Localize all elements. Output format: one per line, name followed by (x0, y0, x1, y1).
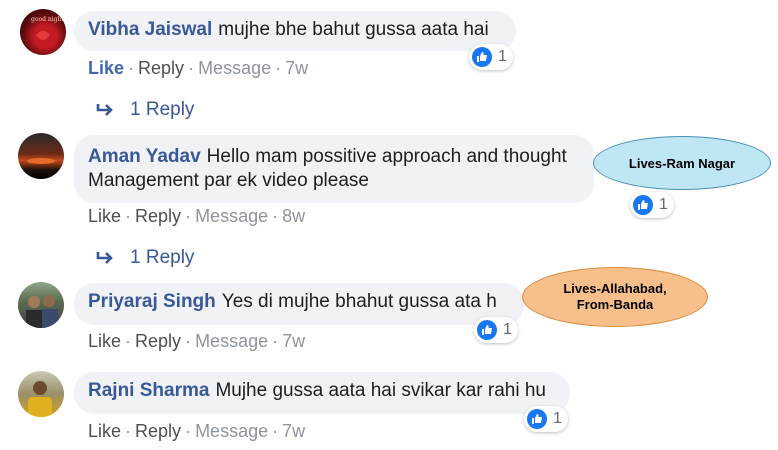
like-link[interactable]: Like (88, 331, 121, 351)
comment-actions: Like · Reply · Message · 8w (88, 206, 305, 227)
like-link[interactable]: Like (88, 58, 124, 78)
callout-text: Lives-Ram Nagar (628, 155, 736, 171)
like-reaction-icon (527, 409, 547, 429)
message-link[interactable]: Message (195, 206, 268, 226)
comment-author[interactable]: Vibha Jaiswal (88, 19, 212, 40)
avatar[interactable] (18, 133, 64, 179)
avatar[interactable] (18, 282, 64, 328)
comment-text: Hello mam possitive approach and thought (206, 146, 567, 167)
reaction-count[interactable]: 1 (524, 406, 568, 432)
reply-link[interactable]: Reply (135, 421, 181, 441)
separator: · (125, 331, 132, 351)
comment-author[interactable]: Priyaraj Singh (88, 291, 216, 312)
separator: · (188, 58, 195, 78)
like-reaction-icon (477, 320, 497, 340)
location-callout: Lives-Ram Nagar (593, 136, 771, 190)
reply-link[interactable]: Reply (135, 206, 181, 226)
view-replies[interactable]: 1 Reply (96, 99, 194, 121)
avatar-image-icon (28, 381, 52, 417)
timestamp[interactable]: 7w (282, 421, 305, 441)
svg-text:good night: good night (31, 16, 64, 23)
reaction-number: 1 (553, 410, 562, 427)
reaction-count[interactable]: 1 (474, 317, 518, 343)
avatar-image-icon (26, 295, 58, 328)
comment-text: Yes di mujhe bhahut gussa ata h (221, 291, 497, 312)
comment-bubble: Rajni Sharma Mujhe gussa aata hai svikar … (74, 372, 570, 414)
comment-author[interactable]: Aman Yadav (88, 146, 201, 167)
comment-bubble: Aman Yadav Hello mam possitive approach a… (74, 135, 594, 203)
reaction-count[interactable]: 1 (469, 44, 513, 70)
separator: · (272, 331, 279, 351)
reply-link[interactable]: Reply (138, 58, 184, 78)
comment-text-line2: Management par ek video please (88, 170, 369, 191)
separator: · (185, 331, 192, 351)
separator: · (185, 421, 192, 441)
comment-actions: Like · Reply · Message · 7w (88, 331, 305, 352)
reaction-number: 1 (659, 196, 668, 213)
avatar-image-icon (27, 158, 55, 164)
separator: · (125, 421, 132, 441)
timestamp[interactable]: 8w (282, 206, 305, 226)
message-link[interactable]: Message (195, 421, 268, 441)
reply-link[interactable]: Reply (135, 331, 181, 351)
comment-text: mujhe bhe bahut gussa aata hai (218, 19, 489, 40)
timestamp[interactable]: 7w (285, 58, 308, 78)
reaction-count[interactable]: 1 (630, 192, 674, 218)
separator: · (125, 206, 132, 226)
view-replies[interactable]: 1 Reply (96, 247, 194, 269)
separator: · (275, 58, 282, 78)
reaction-number: 1 (503, 321, 512, 338)
like-link[interactable]: Like (88, 206, 121, 226)
callout-line2: From-Banda (576, 297, 654, 312)
replies-label[interactable]: 1 Reply (130, 247, 194, 269)
separator: · (185, 206, 192, 226)
comment-bubble: Vibha Jaiswal mujhe bhe bahut gussa aata … (74, 11, 516, 51)
like-reaction-icon (472, 47, 492, 67)
message-link[interactable]: Message (195, 331, 268, 351)
avatar[interactable] (18, 371, 64, 417)
reply-arrow-icon (96, 252, 113, 264)
like-link[interactable]: Like (88, 421, 121, 441)
timestamp[interactable]: 7w (282, 331, 305, 351)
location-callout: Lives-Allahabad, From-Banda (522, 267, 708, 327)
like-reaction-icon (633, 195, 653, 215)
reaction-number: 1 (498, 48, 507, 65)
separator: · (272, 206, 279, 226)
message-link[interactable]: Message (198, 58, 271, 78)
separator: · (128, 58, 135, 78)
replies-label[interactable]: 1 Reply (130, 99, 194, 121)
comment-actions: Like · Reply · Message · 7w (88, 421, 305, 442)
comment-author[interactable]: Rajni Sharma (88, 380, 209, 401)
comment-actions: Like · Reply · Message · 7w (88, 58, 308, 79)
avatar-image-icon: good night (31, 16, 64, 40)
avatar[interactable]: good night (20, 9, 66, 55)
comment-bubble: Priyaraj Singh Yes di mujhe bhahut gussa … (74, 283, 524, 325)
reply-arrow-icon (96, 104, 113, 116)
comment-text: Mujhe gussa aata hai svikar kar rahi hu (215, 380, 546, 401)
callout-line1: Lives-Allahabad, (563, 281, 667, 296)
separator: · (272, 421, 279, 441)
